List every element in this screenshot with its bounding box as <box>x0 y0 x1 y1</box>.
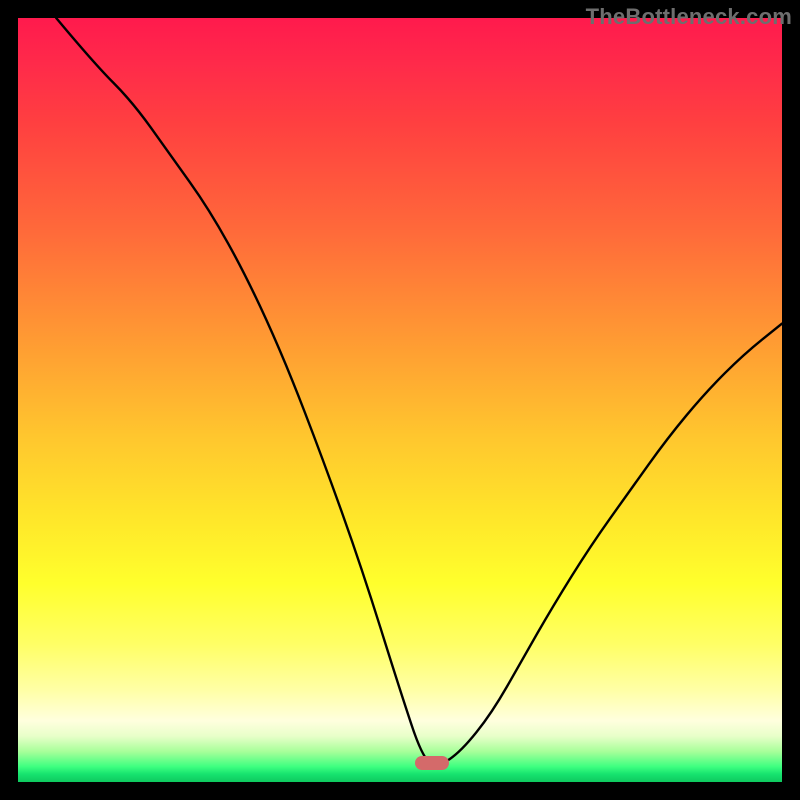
bottleneck-curve <box>18 18 782 782</box>
optimal-point-marker <box>415 756 449 770</box>
plot-area <box>18 18 782 782</box>
watermark-text: TheBottleneck.com <box>586 4 792 30</box>
chart-frame: TheBottleneck.com <box>0 0 800 800</box>
